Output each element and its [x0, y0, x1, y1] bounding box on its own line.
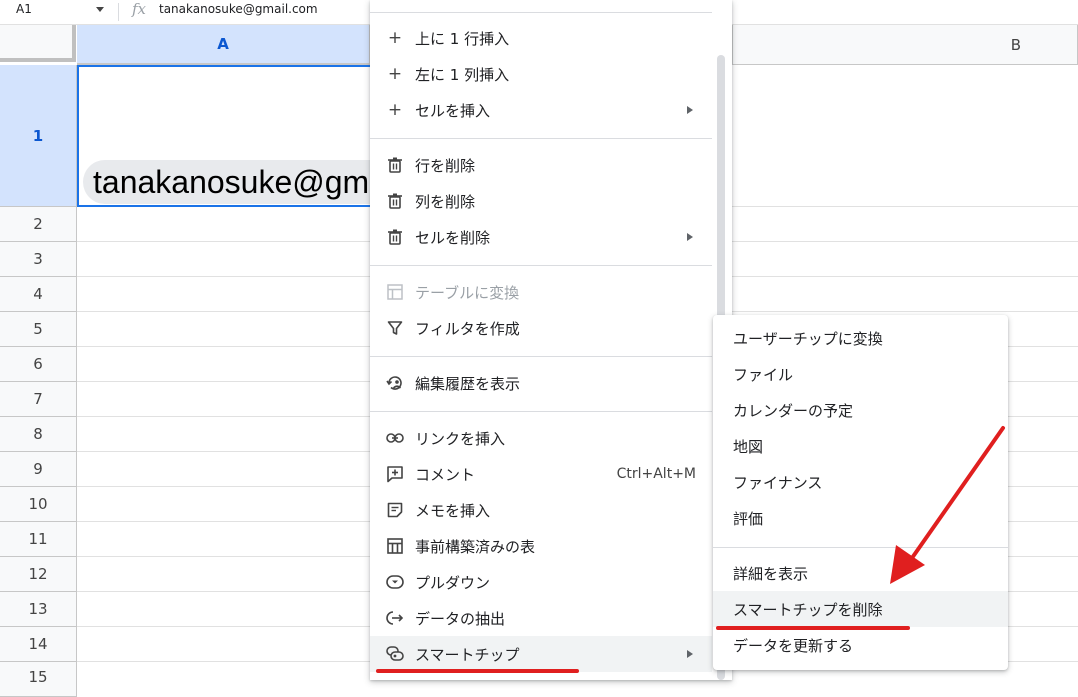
annotation-arrow [890, 426, 1005, 584]
